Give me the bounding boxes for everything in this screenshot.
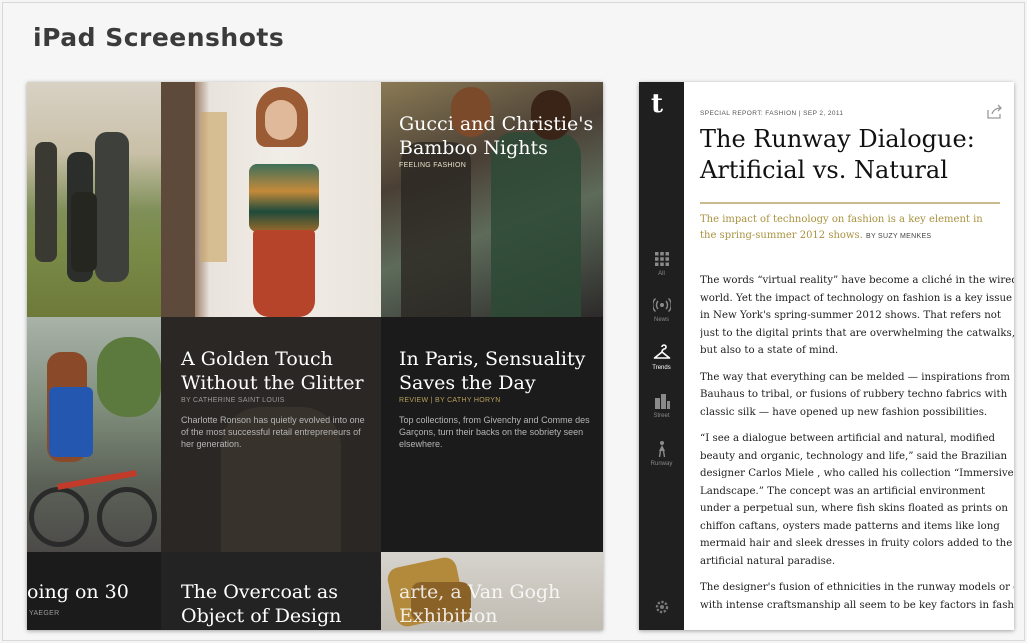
body-line: The way that everything can be melded — … [700, 371, 1010, 383]
story-byline: BY CATHERINE SAINT LOUIS [181, 397, 285, 404]
story-title[interactable]: The Overcoat as Object of Design [181, 580, 371, 628]
body-line: in New York's spring-summer 2012 shows. … [700, 310, 1001, 321]
story-title[interactable]: arte, a Van Gogh Exhibition [399, 580, 599, 628]
nav-label: Street [653, 413, 670, 419]
nav-item-runway[interactable]: Runway [639, 440, 684, 467]
body-line: world. Yet the impact of technology on f… [700, 292, 1013, 304]
story-tile-overcoat[interactable]: The Overcoat as Object of Design [161, 552, 381, 630]
article-headline: The Runway Dialogue: Artificial vs. Natu… [700, 124, 1000, 186]
body-line: The words “virtual reality” have become … [700, 275, 1014, 286]
body-line: “I see a dialogue between artificial and… [700, 433, 996, 444]
article-view: SPECIAL REPORT: FASHION | SEP 2, 2011 Th… [700, 82, 1014, 630]
story-title[interactable]: Gucci and Christie's Bamboo Nights [399, 112, 599, 160]
article-paragraph: The words “virtual reality” have become … [700, 272, 1014, 360]
nav-item-all[interactable]: All [639, 250, 684, 277]
photo-tile-family[interactable] [27, 82, 161, 317]
story-summary: Charlotte Ronson has quietly evolved int… [181, 415, 365, 449]
story-title[interactable]: oing on 30 [27, 580, 161, 604]
article-dek: The impact of technology on fashion is a… [700, 212, 1000, 245]
story-tile-partial-left[interactable]: oing on 30 YAEGER [27, 552, 161, 630]
nav-item-trends[interactable]: Trends [639, 344, 684, 371]
article-byline: BY SUZY MENKES [865, 233, 932, 240]
article-body: The words “virtual reality” have become … [700, 272, 1014, 623]
story-title[interactable]: A Golden Touch Without the Glitter [181, 347, 371, 395]
dek-line: the spring-summer 2012 shows. [700, 230, 863, 241]
body-line: with intense craftsmanship all seem to b… [700, 599, 1014, 611]
share-icon[interactable] [986, 104, 1004, 120]
body-line: chiffon caftans, oysters made patterns a… [700, 520, 1000, 532]
page-title: iPad Screenshots [33, 23, 285, 52]
body-line: The designer's fusion of ethnicities in … [700, 582, 1014, 593]
headline-divider [700, 202, 1000, 204]
body-line: just to the digital prints that are over… [700, 327, 1014, 339]
article-paragraph: The way that everything can be melded — … [700, 369, 1014, 422]
nav-label: All [658, 271, 665, 277]
story-tile-van-gogh[interactable]: arte, a Van Gogh Exhibition [381, 552, 603, 630]
body-line: beauty and organic, technology and life,… [700, 450, 1008, 462]
nav-label: News [653, 317, 669, 323]
gear-icon [655, 600, 668, 614]
ipad-screenshot-article: t All News Trends Street Runway SPECIAL … [639, 82, 1014, 630]
hanger-icon [653, 344, 670, 359]
story-tile-golden-touch[interactable]: A Golden Touch Without the Glitter BY CA… [161, 317, 381, 552]
side-rail: t All News Trends Street Runway [639, 82, 684, 630]
article-kicker: SPECIAL REPORT: FASHION | SEP 2, 2011 [700, 110, 844, 117]
story-tile-gucci[interactable]: Gucci and Christie's Bamboo Nights FEELI… [381, 82, 603, 317]
article-paragraph: The designer's fusion of ethnicities in … [700, 579, 1014, 614]
grid-icon [654, 252, 669, 266]
runway-icon [658, 441, 665, 458]
body-line: artificial natural paradise. [700, 555, 836, 567]
headline-line: Artificial vs. Natural [700, 156, 948, 184]
story-summary: Top collections, from Givenchy and Comme… [399, 415, 590, 449]
body-line: under a perpetual sun, where fish skins … [700, 503, 1008, 514]
broadcast-icon [652, 297, 671, 313]
story-tile-paris-sensuality[interactable]: In Paris, Sensuality Saves the Day REVIE… [381, 317, 603, 552]
article-paragraph: “I see a dialogue between artificial and… [700, 430, 1014, 570]
app-logo[interactable]: t [651, 90, 671, 118]
nav-label: Trends [652, 365, 671, 371]
body-line: designer Carlos Miele , who called his c… [700, 468, 1014, 479]
story-byline: REVIEW | BY CATHY HORYN [399, 397, 501, 404]
nav-item-news[interactable]: News [639, 296, 684, 323]
story-byline: YAEGER [29, 610, 60, 617]
body-line: classic silk — have opened up new fashio… [700, 406, 988, 418]
buildings-icon [654, 394, 670, 409]
nav-item-street[interactable]: Street [639, 392, 684, 419]
photo-tile-runway-model[interactable] [161, 82, 381, 317]
body-line: but also to a state of mind. [700, 345, 839, 356]
headline-line: The Runway Dialogue: [700, 125, 975, 153]
screenshots-panel: iPad Screenshots Gucci and Christie's Ba… [2, 2, 1025, 641]
nav-label: Runway [650, 461, 673, 467]
photo-tile-street-cyclist[interactable] [27, 317, 161, 552]
story-byline: FEELING FASHION [399, 162, 467, 169]
ipad-screenshot-grid: Gucci and Christie's Bamboo Nights FEELI… [27, 82, 603, 630]
dek-line: The impact of technology on fashion is a… [700, 214, 983, 225]
story-title[interactable]: In Paris, Sensuality Saves the Day [399, 347, 599, 395]
body-line: mermaid hair and sleek dresses in fruity… [700, 538, 1014, 549]
body-line: Bauhaus to tribal, or fusions of rubbery… [700, 389, 1008, 400]
settings-button[interactable] [639, 598, 684, 616]
body-line: Landscape.” The concept was an artificia… [700, 485, 986, 497]
